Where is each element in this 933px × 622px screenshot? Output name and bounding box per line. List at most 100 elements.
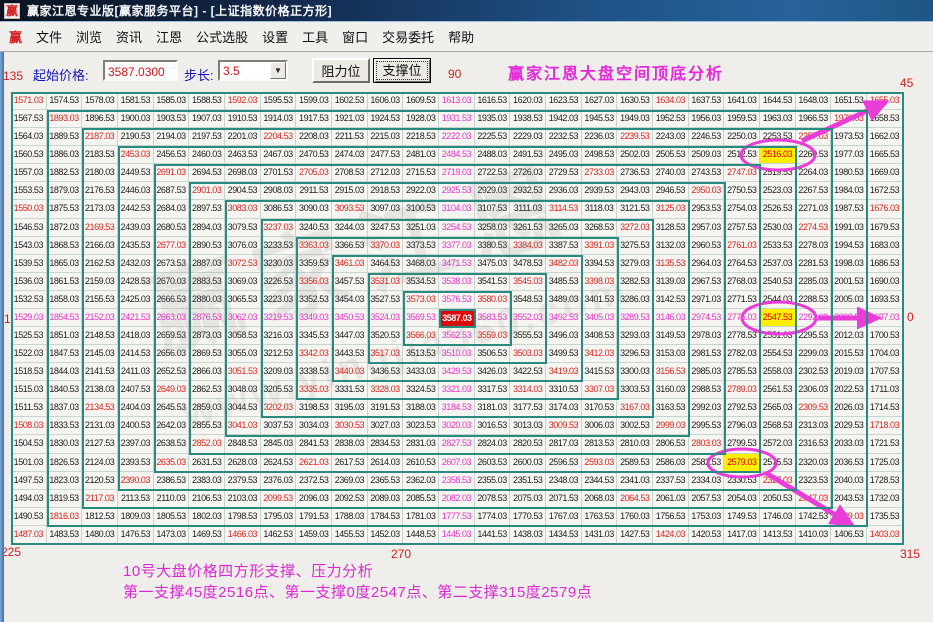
grid-cell: 2425.03 — [118, 291, 154, 309]
grid-cell: 2859.03 — [189, 399, 225, 417]
grid-cell: 1784.53 — [368, 508, 404, 526]
window-left-border — [0, 52, 4, 622]
grid-cell: 3366.53 — [332, 237, 368, 255]
resistance-button[interactable]: 阻力位 — [312, 58, 370, 83]
grid-cell: 1417.03 — [724, 526, 760, 544]
menu-item-trade-entrust[interactable]: 交易委托 — [382, 27, 434, 46]
grid-cell: 2614.03 — [368, 454, 404, 472]
grid-cell: 1711.03 — [867, 381, 903, 399]
grid-cell: 2631.53 — [189, 454, 225, 472]
menu-item-formula-stock-pick[interactable]: 公式选股 — [196, 27, 248, 46]
grid-cell: 2187.03 — [82, 128, 118, 146]
grid-cell: 3454.03 — [332, 291, 368, 309]
menu-item-news[interactable]: 资讯 — [116, 27, 142, 46]
grid-cell: 2936.03 — [546, 182, 582, 200]
grid-cell: 2932.53 — [510, 182, 546, 200]
grid-cell: 2001.53 — [831, 273, 867, 291]
grid-cell: 2922.03 — [403, 182, 439, 200]
grid-cell: 3044.53 — [225, 399, 261, 417]
grid-cell: 1564.03 — [11, 128, 47, 146]
grid-cell: 2673.53 — [154, 255, 190, 273]
chevron-down-icon[interactable]: ▼ — [270, 62, 286, 79]
grid-cell: 3181.03 — [475, 399, 511, 417]
grid-cell: 2442.53 — [118, 200, 154, 218]
grid-cell: 2750.53 — [724, 182, 760, 200]
grid-cell: 2848.53 — [225, 435, 261, 453]
grid-cell: 2768.03 — [724, 273, 760, 291]
grid-cell: 3254.53 — [439, 219, 475, 237]
grid-cell: 3370.03 — [368, 237, 404, 255]
grid-cell: 1956.03 — [689, 110, 725, 128]
grid-cell: 1665.53 — [867, 146, 903, 164]
grid-cell: 3573.03 — [403, 291, 439, 309]
menu-item-help[interactable]: 帮助 — [448, 27, 474, 46]
grid-cell: 2691.03 — [154, 164, 190, 182]
grid-cell: 3083.03 — [225, 200, 261, 218]
grid-cell: 1732.03 — [867, 490, 903, 508]
grid-cell: 2558.03 — [760, 363, 796, 381]
grid-cell: 2803.03 — [689, 435, 725, 453]
grid-cell: 1823.03 — [47, 472, 83, 490]
grid-cell: 3027.03 — [368, 417, 404, 435]
grid-cell: 3111.03 — [510, 200, 546, 218]
grid-cell: 1574.53 — [47, 92, 83, 110]
grid-cell: 2607.03 — [439, 454, 475, 472]
grid-cell: 2474.03 — [332, 146, 368, 164]
grid-cell: 3321.03 — [439, 381, 475, 399]
grid-cell: 3037.53 — [261, 417, 297, 435]
menu-item-gann[interactable]: 江恩 — [156, 27, 182, 46]
start-price-input[interactable] — [103, 60, 178, 81]
grid-cell: 1830.03 — [47, 435, 83, 453]
grid-cell: 2260.53 — [796, 146, 832, 164]
grid-cell: 2939.53 — [582, 182, 618, 200]
grid-cell: 2953.53 — [689, 200, 725, 218]
grid-cell: 2148.53 — [82, 327, 118, 345]
step-dropdown[interactable]: 3.5 ▼ — [218, 60, 288, 81]
grid-cell: 3359.53 — [296, 255, 332, 273]
grid-cell: 1991.03 — [831, 219, 867, 237]
grid-cell: 3296.53 — [617, 345, 653, 363]
grid-cell: 3251.03 — [403, 219, 439, 237]
menu-item-tools[interactable]: 工具 — [302, 27, 328, 46]
grid-cell: 2278.03 — [796, 237, 832, 255]
grid-cell: 2071.53 — [546, 490, 582, 508]
grid-cell: 1588.53 — [189, 92, 225, 110]
grid-cell: 2761.03 — [724, 237, 760, 255]
grid-cell: 2778.53 — [724, 327, 760, 345]
grid-cell: 3002.53 — [617, 417, 653, 435]
grid-cell: 1420.53 — [689, 526, 725, 544]
grid-cell: 1539.53 — [11, 255, 47, 273]
grid-cell: 2838.03 — [332, 435, 368, 453]
grid-cell: 2096.03 — [296, 490, 332, 508]
grid-cell: 2341.03 — [617, 472, 653, 490]
grid-cell: 2925.53 — [439, 182, 475, 200]
grid-cell: 3149.53 — [653, 327, 689, 345]
grid-cell: 2047.03 — [796, 490, 832, 508]
grid-cell: 2946.53 — [653, 182, 689, 200]
grid-cell: 1637.53 — [689, 92, 725, 110]
grid-cell: 3464.53 — [368, 255, 404, 273]
grid-cell: 1683.03 — [867, 237, 903, 255]
grid-cell: 2267.53 — [796, 182, 832, 200]
grid-cell: 3489.03 — [546, 291, 582, 309]
grid-cell: 2589.53 — [617, 454, 653, 472]
menu-item-window[interactable]: 窗口 — [342, 27, 368, 46]
grid-cell: 2365.53 — [368, 472, 404, 490]
grid-cell: 1872.03 — [47, 219, 83, 237]
menu-item-settings[interactable]: 设置 — [262, 27, 288, 46]
grid-cell: 3562.53 — [439, 327, 475, 345]
support-button[interactable]: 支撑位 — [373, 58, 431, 83]
menu-item-browse[interactable]: 浏览 — [76, 27, 102, 46]
menu-item-file[interactable]: 文件 — [36, 27, 62, 46]
angle-label-90: 90 — [448, 67, 461, 81]
grid-cell: 2537.03 — [760, 255, 796, 273]
grid-cell: 1487.03 — [11, 526, 47, 544]
grid-cell: 1599.03 — [296, 92, 332, 110]
grid-cell: 3475.03 — [475, 255, 511, 273]
grid-cell: 3118.03 — [582, 200, 618, 218]
grid-cell: 1921.03 — [332, 110, 368, 128]
grid-cell: 3363.03 — [296, 237, 332, 255]
grid-cell: 2229.03 — [510, 128, 546, 146]
grid-cell: 3163.53 — [653, 399, 689, 417]
grid-cell: 2117.03 — [82, 490, 118, 508]
